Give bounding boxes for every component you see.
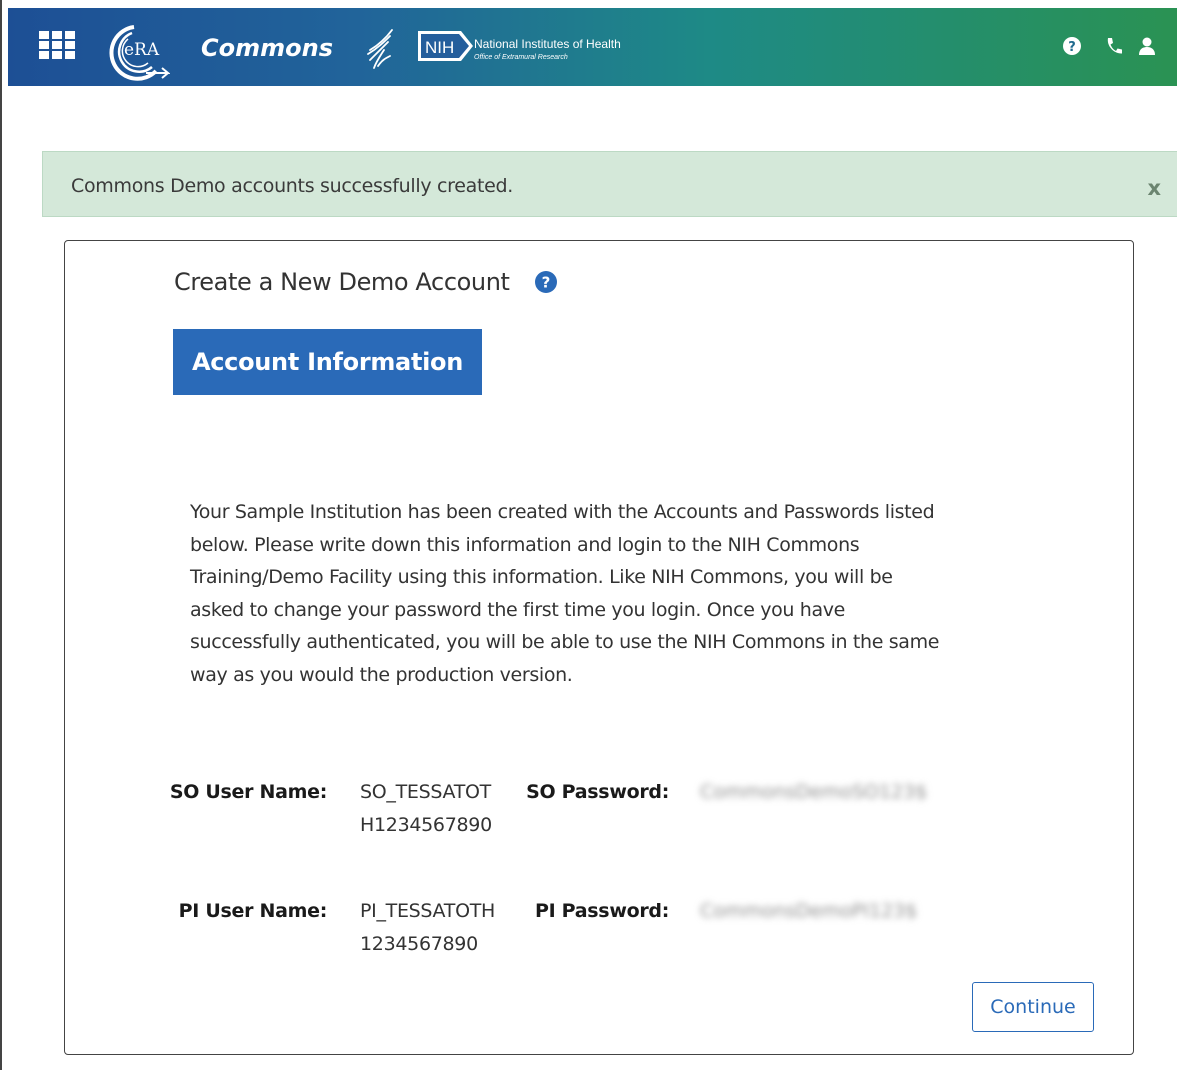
alert-message: Commons Demo accounts successfully creat… [71,175,514,197]
help-icon[interactable]: ? [1061,35,1083,57]
nih-full-name: National Institutes of Health [474,37,621,51]
demo-account-card: Create a New Demo Account ? Account Info… [64,240,1134,1055]
alert-close-button[interactable]: x [1147,176,1161,200]
so-password-value: CommonsDemoSO123$ [700,781,928,803]
nih-name: National Institutes of Health Office of … [474,38,621,64]
era-logo-text: eRA [124,40,160,60]
window-border [0,0,2,1070]
account-information-tab[interactable]: Account Information [173,329,482,395]
continue-button[interactable]: Continue [972,982,1094,1032]
success-alert: Commons Demo accounts successfully creat… [42,151,1177,217]
instructions-paragraph: Your Sample Institution has been created… [190,501,940,686]
svg-text:?: ? [1068,40,1076,55]
pi-user-name-label: PI User Name: [178,900,328,922]
user-icon[interactable] [1136,35,1158,57]
pi-password-value: CommonsDemoPI123$ [700,900,918,922]
era-logo[interactable]: eRA [98,21,171,83]
question-circle-icon[interactable]: ? [534,270,558,294]
so-password-label: SO Password: [526,781,669,803]
nih-logo[interactable]: NIH [417,30,475,62]
page-title: Create a New Demo Account [174,268,510,296]
nih-office-name: Office of Extramural Research [474,54,568,61]
nih-logo-text: NIH [425,38,454,57]
pi-user-name-value: PI_TESSATOTH1234567890 [360,900,496,955]
hhs-eagle-icon [367,29,393,69]
pi-password-label: PI Password: [534,900,669,922]
svg-text:?: ? [542,274,551,292]
so-user-name-label: SO User Name: [169,781,327,803]
grid-menu-icon[interactable] [39,31,75,59]
top-navigation-bar: eRA Commons NIH National Institutes of H… [8,8,1177,86]
phone-icon[interactable] [1103,35,1125,57]
brand-name[interactable]: Commons [201,34,333,62]
so-user-name-value: SO_TESSATOTH1234567890 [360,781,492,836]
